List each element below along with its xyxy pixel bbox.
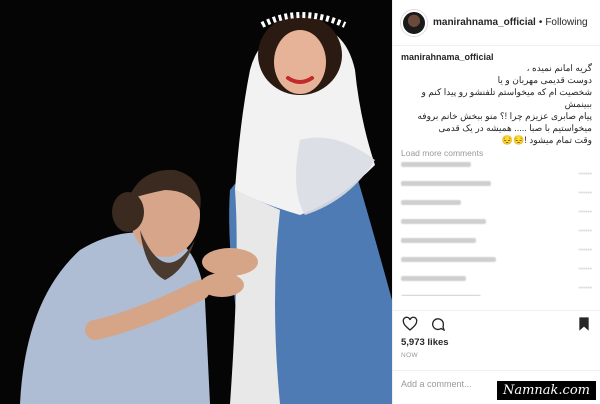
load-more-comments[interactable]: Load more comments: [401, 148, 592, 158]
post-username[interactable]: manirahnama_official: [433, 17, 536, 28]
action-bar: [393, 310, 600, 336]
comment-icon[interactable]: [429, 315, 447, 333]
bookmark-icon[interactable]: [575, 315, 593, 333]
likes-count[interactable]: 5,973 likes: [401, 337, 449, 348]
comment-item: ......: [401, 295, 592, 296]
comment-text: ......: [578, 205, 592, 214]
photo-illustration: [0, 0, 392, 404]
comment-text: ......: [578, 262, 592, 271]
post-header: manirahnama_official • Following: [393, 0, 600, 46]
comment-text: ......: [578, 281, 592, 290]
comment-item: ......: [401, 200, 592, 215]
comment-item: ......: [401, 276, 592, 291]
post-time: NOW: [401, 352, 419, 359]
following-button[interactable]: Following: [545, 17, 587, 28]
avatar[interactable]: [401, 9, 427, 36]
comment-item: ......: [401, 162, 592, 177]
post-photo[interactable]: [0, 0, 392, 404]
comment-item: ......: [401, 181, 592, 196]
comments-list: ........................................…: [401, 162, 592, 296]
comment-item: ......: [401, 238, 592, 253]
separator-dot: •: [538, 17, 543, 28]
post-sidebar: manirahnama_official • Following manirah…: [392, 0, 600, 404]
comment-text: ......: [578, 167, 592, 176]
comment-item: ......: [401, 219, 592, 234]
caption-username[interactable]: manirahnama_official: [401, 52, 494, 62]
caption-text: گریه امانم نمیده ، دوست قدیمی مهربان و ی…: [417, 63, 592, 145]
comment-username[interactable]: [401, 295, 481, 296]
comment-text: ......: [578, 243, 592, 252]
comment-text: ......: [578, 224, 592, 233]
comment-text: ......: [578, 186, 592, 195]
heart-icon[interactable]: [401, 315, 419, 333]
watermark-logo: Namnak.com: [496, 381, 596, 400]
comment-item: ......: [401, 257, 592, 272]
caption-area: manirahnama_official گریه امانم نمیده ، …: [393, 46, 600, 296]
